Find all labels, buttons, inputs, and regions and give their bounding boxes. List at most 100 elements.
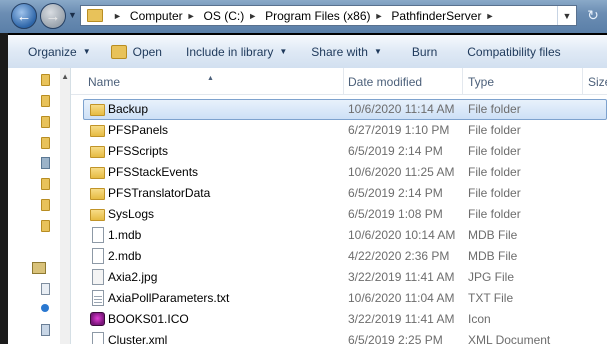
file-icon	[92, 227, 104, 243]
file-row[interactable]: PFSPanels 6/27/2019 1:10 PM File folder	[71, 120, 607, 141]
file-type: TXT File	[468, 291, 514, 305]
forward-button[interactable]: →	[40, 3, 66, 29]
file-row[interactable]: SysLogs 6/5/2019 1:08 PM File folder	[71, 204, 607, 225]
music-icon[interactable]	[41, 304, 49, 312]
include-label: Include in library	[185, 44, 274, 59]
caret-down-icon: ▼	[82, 47, 91, 56]
file-row[interactable]: 2.mdb 4/22/2020 2:36 PM MDB File	[71, 246, 607, 267]
column-divider[interactable]	[582, 68, 583, 94]
file-name: 2.mdb	[108, 249, 142, 263]
file-type: XML Document	[468, 333, 551, 344]
folder-icon	[90, 167, 105, 179]
file-row[interactable]: 1.mdb 10/6/2020 10:14 AM MDB File	[71, 225, 607, 246]
window-edge	[0, 33, 8, 344]
library-folder-icon[interactable]	[32, 262, 46, 274]
file-name: PFSScripts	[108, 144, 169, 158]
document-icon[interactable]	[41, 283, 50, 295]
back-button[interactable]: ←	[11, 3, 37, 29]
file-type: File folder	[468, 186, 521, 200]
scroll-up-icon[interactable]: ▲	[61, 72, 69, 81]
breadcrumb-drive[interactable]: OS (C:)	[204, 9, 245, 23]
file-date-modified: 6/5/2019 1:08 PM	[348, 207, 443, 221]
file-icon	[92, 248, 104, 264]
folder-icon[interactable]	[41, 95, 50, 107]
books-icon	[90, 312, 105, 326]
burn-button[interactable]: Burn	[392, 45, 447, 59]
file-type: JPG File	[468, 270, 515, 284]
compatibility-files-button[interactable]: Compatibility files	[447, 45, 570, 59]
file-row[interactable]: Backup 10/6/2020 11:14 AM File folder	[71, 99, 607, 120]
column-type[interactable]: Type	[468, 75, 494, 89]
breadcrumb-program-files[interactable]: Program Files (x86)	[265, 9, 370, 23]
breadcrumb-pathfinderserver[interactable]: PathfinderServer	[391, 9, 481, 23]
folder-icon[interactable]	[41, 178, 50, 190]
file-row[interactable]: Cluster.xml 6/5/2019 2:25 PM XML Document	[71, 330, 607, 344]
file-type: File folder	[468, 102, 521, 116]
share-with-button[interactable]: Share with ▼	[297, 45, 392, 59]
chevron-right-icon[interactable]: ►	[187, 11, 196, 21]
chevron-right-icon[interactable]: ►	[248, 11, 257, 21]
recent-pages-dropdown[interactable]: ▼	[68, 10, 77, 20]
file-date-modified: 3/22/2019 11:41 AM	[348, 270, 455, 284]
file-date-modified: 3/22/2019 11:41 AM	[348, 312, 455, 326]
caret-down-icon: ▼	[279, 47, 288, 56]
open-label: Open	[132, 44, 162, 59]
file-date-modified: 6/5/2019 2:14 PM	[348, 144, 443, 158]
file-row[interactable]: Axia2.jpg 3/22/2019 11:41 AM JPG File	[71, 267, 607, 288]
column-name[interactable]: Name	[88, 75, 120, 89]
file-date-modified: 10/6/2020 11:14 AM	[348, 102, 455, 116]
file-type: MDB File	[468, 249, 518, 263]
organize-label: Organize	[28, 44, 77, 59]
file-name: Backup	[108, 102, 149, 116]
file-row[interactable]: PFSTranslatorData 6/5/2019 2:14 PM File fo…	[71, 183, 607, 204]
file-date-modified: 6/27/2019 1:10 PM	[348, 123, 450, 137]
folder-icon[interactable]	[41, 116, 50, 128]
file-type: File folder	[468, 144, 521, 158]
sort-ascending-icon: ▲	[207, 75, 214, 82]
column-size[interactable]: Size	[588, 75, 607, 89]
column-divider[interactable]	[462, 68, 463, 94]
file-type: MDB File	[468, 228, 518, 242]
file-type: File folder	[468, 207, 521, 221]
file-date-modified: 4/22/2020 2:36 PM	[348, 249, 450, 263]
file-row[interactable]: BOOKS01.ICO 3/22/2019 11:41 AM Icon	[71, 309, 607, 330]
folder-icon	[87, 9, 103, 22]
file-name: AxiaPollParameters.txt	[108, 291, 230, 305]
compat-label: Compatibility files	[467, 44, 561, 59]
file-type: File folder	[468, 123, 521, 137]
folder-icon[interactable]	[41, 74, 50, 86]
chevron-right-icon[interactable]: ►	[485, 11, 494, 21]
file-name: PFSPanels	[108, 123, 169, 137]
file-row[interactable]: PFSScripts 6/5/2019 2:14 PM File folder	[71, 141, 607, 162]
picture-icon[interactable]	[41, 324, 50, 336]
text-file-icon	[92, 290, 104, 306]
organize-button[interactable]: Organize ▼	[8, 45, 101, 59]
image-file-icon	[92, 269, 104, 285]
include-in-library-button[interactable]: Include in library ▼	[172, 45, 297, 59]
file-row[interactable]: PFSStackEvents 10/6/2020 11:25 AM File fol…	[71, 162, 607, 183]
title-bar: ← → ▼ ► Computer ► OS (C:) ► Program Fil…	[0, 0, 607, 33]
address-bar[interactable]: ► Computer ► OS (C:) ► Program Files (x8…	[80, 5, 577, 26]
open-button[interactable]: Open	[101, 44, 172, 59]
folder-icon	[90, 125, 105, 137]
folder-icon	[90, 104, 105, 116]
gear-folder-icon[interactable]	[41, 157, 50, 169]
arrow-right-icon: →	[45, 7, 61, 25]
folder-icon	[90, 146, 105, 158]
chevron-right-icon[interactable]: ►	[374, 11, 383, 21]
folder-icon[interactable]	[41, 199, 50, 211]
column-divider[interactable]	[343, 68, 344, 94]
file-row[interactable]: AxiaPollParameters.txt 10/6/2020 11:04 AM…	[71, 288, 607, 309]
column-date-modified[interactable]: Date modified	[348, 75, 422, 89]
folder-icon[interactable]	[41, 137, 50, 149]
chevron-right-icon[interactable]: ►	[113, 11, 122, 21]
nav-scrollbar[interactable]: ▲	[60, 68, 70, 344]
breadcrumb-computer[interactable]: Computer	[130, 9, 183, 23]
address-dropdown[interactable]: ▼	[557, 6, 576, 25]
file-list: ▲ Name Date modified Type Size Backup 10/…	[71, 68, 607, 344]
file-date-modified: 10/6/2020 11:04 AM	[348, 291, 455, 305]
refresh-icon[interactable]: ↻	[584, 7, 602, 25]
file-type: File folder	[468, 165, 521, 179]
arrow-left-icon: ←	[16, 7, 32, 25]
folder-icon[interactable]	[41, 220, 50, 232]
